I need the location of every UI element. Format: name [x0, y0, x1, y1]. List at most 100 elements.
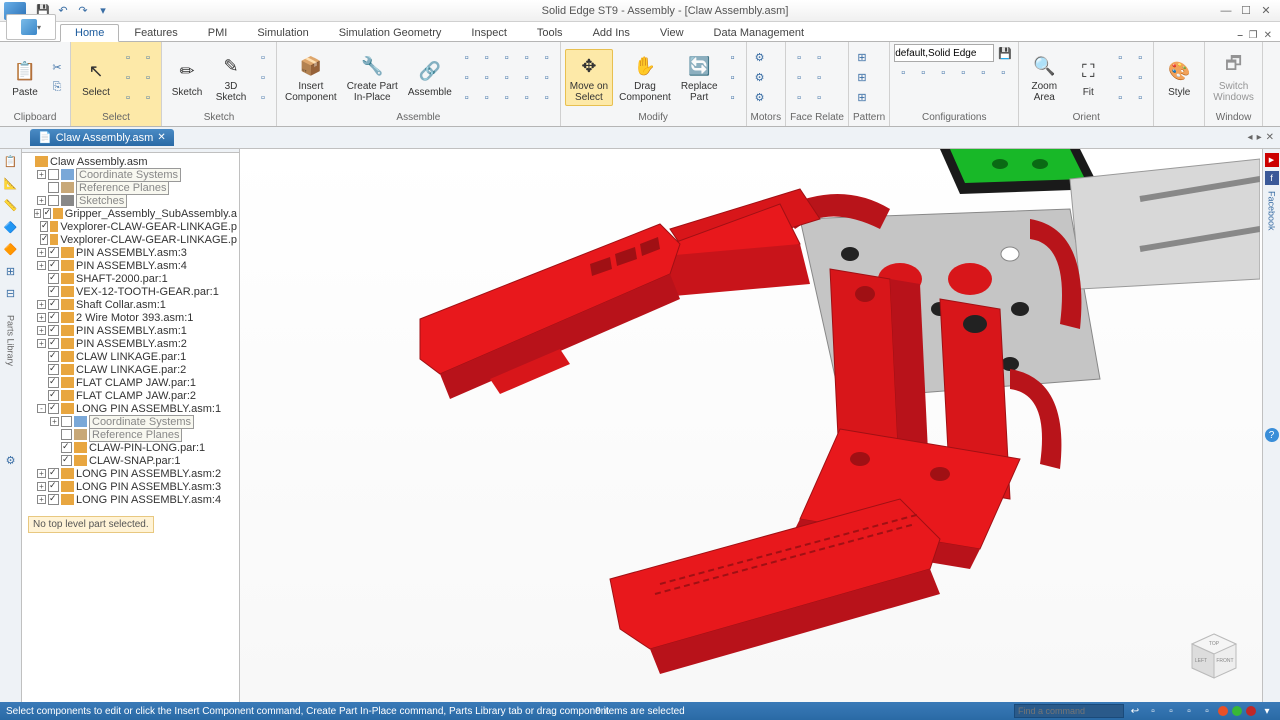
or-t1[interactable]: ▫ — [1111, 49, 1129, 67]
rail-tool-2[interactable]: 📐 — [3, 175, 19, 191]
modify-t1[interactable]: ▫ — [724, 49, 742, 67]
sb-tool-1[interactable]: ▫ — [1146, 704, 1160, 718]
tab-data-management[interactable]: Data Management — [699, 24, 820, 41]
visibility-checkbox[interactable] — [48, 468, 59, 479]
copy-button[interactable]: ⎘ — [48, 79, 66, 97]
visibility-checkbox[interactable] — [40, 234, 48, 245]
assemble-t8[interactable]: ▫ — [498, 69, 516, 87]
replace-part-button[interactable]: 🔄Replace Part — [677, 50, 722, 105]
motors-t1[interactable]: ⚙ — [751, 49, 769, 67]
tree-item[interactable]: +PIN ASSEMBLY.asm:4 — [24, 259, 237, 272]
expand-icon[interactable]: + — [37, 326, 46, 335]
expand-icon[interactable]: + — [37, 469, 46, 478]
assemble-t3[interactable]: ▫ — [498, 49, 516, 67]
tree-item[interactable]: +LONG PIN ASSEMBLY.asm:3 — [24, 480, 237, 493]
sketch-button[interactable]: ✏Sketch — [166, 56, 208, 100]
assemble-t2[interactable]: ▫ — [478, 49, 496, 67]
assemble-t5[interactable]: ▫ — [538, 49, 556, 67]
assemble-t12[interactable]: ▫ — [478, 89, 496, 107]
tree-item[interactable]: +Shaft Collar.asm:1 — [24, 298, 237, 311]
cfg-t2[interactable]: ▫ — [914, 64, 932, 82]
expand-icon[interactable]: + — [34, 209, 41, 218]
select-tool-5[interactable]: ▫ — [119, 89, 137, 107]
fr-t3[interactable]: ▫ — [790, 69, 808, 87]
tree-item[interactable]: FLAT CLAMP JAW.par:2 — [24, 389, 237, 402]
fr-t6[interactable]: ▫ — [810, 89, 828, 107]
expand-icon[interactable]: + — [37, 495, 46, 504]
modify-t3[interactable]: ▫ — [724, 89, 742, 107]
doctab-nav-right[interactable]: ▸ — [1257, 132, 1262, 143]
facebook-label[interactable]: Facebook — [1267, 191, 1277, 231]
visibility-checkbox[interactable] — [48, 299, 59, 310]
pat-t3[interactable]: ⊞ — [853, 89, 871, 107]
tree-item[interactable]: +PIN ASSEMBLY.asm:2 — [24, 337, 237, 350]
pat-t1[interactable]: ⊞ — [853, 49, 871, 67]
assemble-t10[interactable]: ▫ — [538, 69, 556, 87]
sb-tool-3[interactable]: ▫ — [1182, 704, 1196, 718]
expand-icon[interactable]: + — [37, 248, 46, 257]
visibility-checkbox[interactable] — [48, 325, 59, 336]
visibility-checkbox[interactable] — [48, 260, 59, 271]
expand-icon[interactable]: + — [50, 417, 59, 426]
motors-t3[interactable]: ⚙ — [751, 89, 769, 107]
cut-button[interactable]: ✂ — [48, 59, 66, 77]
paste-button[interactable]: 📋Paste — [4, 56, 46, 100]
cfg-t6[interactable]: ▫ — [994, 64, 1012, 82]
sketch-tool-1[interactable]: ▫ — [254, 49, 272, 67]
select-tool-6[interactable]: ▫ — [139, 89, 157, 107]
cfg-t4[interactable]: ▫ — [954, 64, 972, 82]
assemble-t14[interactable]: ▫ — [518, 89, 536, 107]
cfg-t5[interactable]: ▫ — [974, 64, 992, 82]
drag-component-button[interactable]: ✋Drag Component — [615, 50, 675, 105]
fr-t2[interactable]: ▫ — [810, 49, 828, 67]
visibility-checkbox[interactable] — [48, 351, 59, 362]
visibility-checkbox[interactable] — [48, 390, 59, 401]
sb-expand[interactable]: ▾ — [1260, 704, 1274, 718]
view-cube[interactable]: TOP LEFT FRONT — [1186, 630, 1242, 686]
tree-item[interactable]: +LONG PIN ASSEMBLY.asm:2 — [24, 467, 237, 480]
assemble-t13[interactable]: ▫ — [498, 89, 516, 107]
visibility-checkbox[interactable] — [48, 169, 59, 180]
or-t6[interactable]: ▫ — [1131, 89, 1149, 107]
visibility-checkbox[interactable] — [61, 429, 72, 440]
assemble-t7[interactable]: ▫ — [478, 69, 496, 87]
configuration-dropdown[interactable] — [894, 44, 994, 62]
3d-sketch-button[interactable]: ✎3D Sketch — [210, 50, 252, 105]
fit-button[interactable]: ⛶Fit — [1067, 56, 1109, 100]
visibility-checkbox[interactable] — [48, 481, 59, 492]
youtube-icon[interactable]: ▶ — [1265, 153, 1279, 167]
expand-icon[interactable]: + — [37, 170, 46, 179]
rail-tool-3[interactable]: 📏 — [3, 197, 19, 213]
fr-t5[interactable]: ▫ — [790, 89, 808, 107]
assemble-t11[interactable]: ▫ — [458, 89, 476, 107]
create-part-inplace-button[interactable]: 🔧Create Part In-Place — [343, 50, 402, 105]
expand-icon[interactable]: + — [37, 300, 46, 309]
visibility-checkbox[interactable] — [40, 221, 48, 232]
tab-simulation[interactable]: Simulation — [242, 24, 323, 41]
visibility-checkbox[interactable] — [48, 182, 59, 193]
visibility-checkbox[interactable] — [48, 338, 59, 349]
tree-item[interactable]: -LONG PIN ASSEMBLY.asm:1 — [24, 402, 237, 415]
rail-tool-4[interactable]: 🔷 — [3, 219, 19, 235]
modify-t2[interactable]: ▫ — [724, 69, 742, 87]
style-button[interactable]: 🎨Style — [1158, 56, 1200, 100]
tree-item[interactable]: +Coordinate Systems — [24, 415, 237, 428]
help-icon[interactable]: ? — [1265, 428, 1279, 442]
or-t3[interactable]: ▫ — [1111, 69, 1129, 87]
tree-item[interactable]: +2 Wire Motor 393.asm:1 — [24, 311, 237, 324]
rail-tool-8[interactable]: ⚙ — [3, 452, 19, 468]
fr-t1[interactable]: ▫ — [790, 49, 808, 67]
expand-icon[interactable]: + — [37, 482, 46, 491]
parts-library-tab[interactable]: Parts Library — [6, 315, 16, 366]
tree-item[interactable]: +PIN ASSEMBLY.asm:3 — [24, 246, 237, 259]
tree-item[interactable]: Claw Assembly.asm — [24, 155, 237, 168]
qat-redo-button[interactable]: ↷ — [74, 2, 92, 20]
select-tool-4[interactable]: ▫ — [139, 69, 157, 87]
select-tool-1[interactable]: ▫ — [119, 49, 137, 67]
close-tab-icon[interactable]: ✕ — [157, 132, 165, 143]
assemble-t15[interactable]: ▫ — [538, 89, 556, 107]
close-button[interactable]: ✕ — [1258, 3, 1274, 19]
visibility-checkbox[interactable] — [48, 286, 59, 297]
rail-pathfinder[interactable]: 📋 — [3, 153, 19, 169]
assemble-t6[interactable]: ▫ — [458, 69, 476, 87]
